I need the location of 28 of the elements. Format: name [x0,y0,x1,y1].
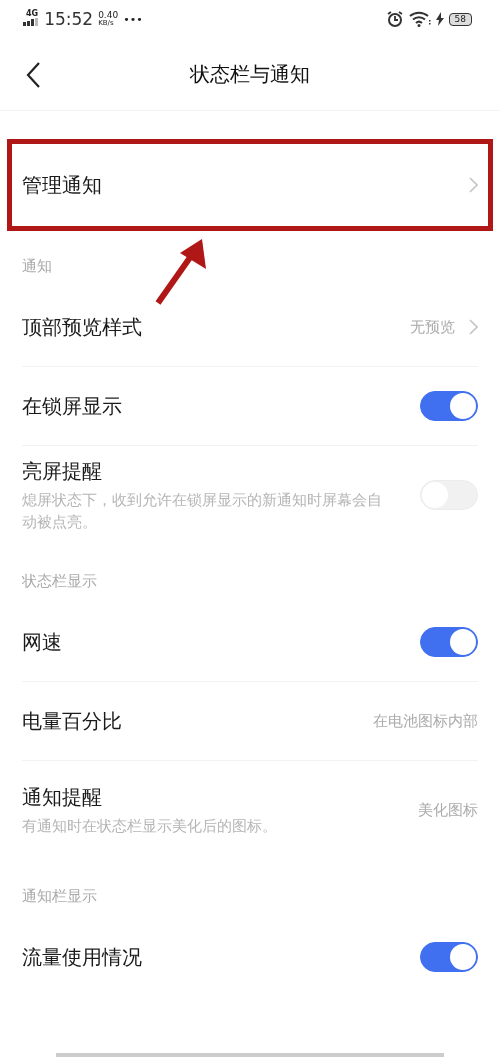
setting-value: 无预览 [410,317,455,337]
section-header: 通知 [22,256,52,277]
page-title: 状态栏与通知 [190,60,310,88]
setting-label[interactable]: 电量百分比 [22,707,122,735]
more-dots: ••• [123,12,143,26]
network-label: 4G [26,8,39,18]
back-icon[interactable] [26,62,40,88]
clock-time: 15:52 [44,9,94,29]
setting-label[interactable]: 网速 [22,628,62,656]
setting-label[interactable]: 顶部预览样式 [22,313,142,341]
alarm-icon [385,10,404,28]
battery-level: 58 [448,12,472,26]
wifi-icon [408,11,431,27]
setting-label[interactable]: 通知提醒 [22,783,277,811]
setting-label[interactable]: 在锁屏显示 [22,392,122,420]
signal-icon [23,18,40,26]
setting-label[interactable]: 流量使用情况 [22,943,142,971]
section-header: 通知栏显示 [22,886,97,907]
setting-label[interactable]: 管理通知 [22,171,102,199]
setting-label[interactable]: 亮屏提醒 [22,457,390,485]
setting-description: 熄屏状态下，收到允许在锁屏显示的新通知时屏幕会自动被点亮。 [22,489,383,533]
toggle-switch[interactable] [420,942,478,972]
speed-value: 0.40 [98,11,119,19]
section-header: 状态栏显示 [22,571,97,592]
toggle-switch[interactable] [420,391,478,421]
charging-icon [435,12,444,26]
setting-description: 有通知时在状态栏显示美化后的图标。 [22,815,277,837]
toggle-switch[interactable] [420,627,478,657]
